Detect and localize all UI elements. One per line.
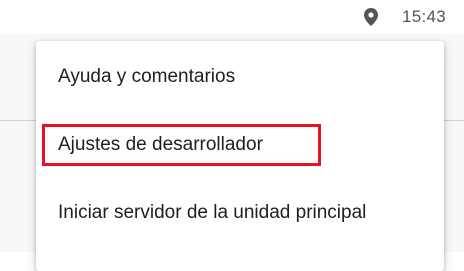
overflow-menu: Ayuda y comentarios Ajustes de desarroll… xyxy=(36,41,444,271)
menu-item-label: Ajustes de desarrollador xyxy=(58,134,263,155)
menu-item-ayuda-y-comentarios[interactable]: Ayuda y comentarios xyxy=(36,43,444,111)
menu-item-iniciar-servidor[interactable]: Iniciar servidor de la unidad principal xyxy=(36,179,444,247)
menu-item-label: Ayuda y comentarios xyxy=(58,66,236,87)
menu-item-label: Iniciar servidor de la unidad principal xyxy=(58,202,367,223)
location-pin-icon xyxy=(364,8,378,26)
status-bar: 15:43 xyxy=(0,0,464,34)
status-clock: 15:43 xyxy=(402,7,447,26)
menu-item-ajustes-de-desarrollador[interactable]: Ajustes de desarrollador xyxy=(36,111,444,179)
